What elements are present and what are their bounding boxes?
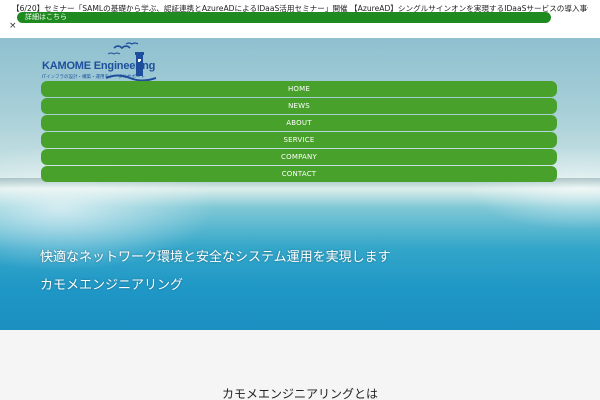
section-title: カモメエンジニアリングとは (221, 387, 378, 400)
hero-headline-line2: カモメエンジニアリング (40, 278, 184, 293)
close-icon[interactable]: × (9, 22, 17, 31)
nav-item-service[interactable]: SERVICE (41, 132, 557, 148)
hero-headline-line1: 快適なネットワーク環境と安全なシステム運用を実現します (40, 250, 391, 265)
logo-tagline: ITインフラの設計・構築・運用をトータルサポート (42, 75, 145, 80)
logo-name: KAMOME Engineering (42, 60, 156, 72)
nav-item-news[interactable]: NEWS (41, 98, 557, 114)
nav-item-company[interactable]: COMPANY (41, 149, 557, 165)
site-logo[interactable]: KAMOME Engineering ITインフラの設計・構築・運用をトータルサ… (42, 42, 158, 82)
main-nav: HOME NEWS ABOUT SERVICE COMPANY CONTACT (41, 81, 557, 183)
nav-item-contact[interactable]: CONTACT (41, 166, 557, 182)
nav-item-about[interactable]: ABOUT (41, 115, 557, 131)
nav-item-home[interactable]: HOME (41, 81, 557, 97)
hero-headline: 快適なネットワーク環境と安全なシステム運用を実現します カモメエンジニアリング (40, 244, 391, 300)
notice-detail-button[interactable]: 詳細はこちら (17, 12, 551, 23)
notice-bar: 【6/20】セミナー「SAMLの基礎から学ぶ、認証連携とAzureADによるID… (0, 0, 600, 38)
